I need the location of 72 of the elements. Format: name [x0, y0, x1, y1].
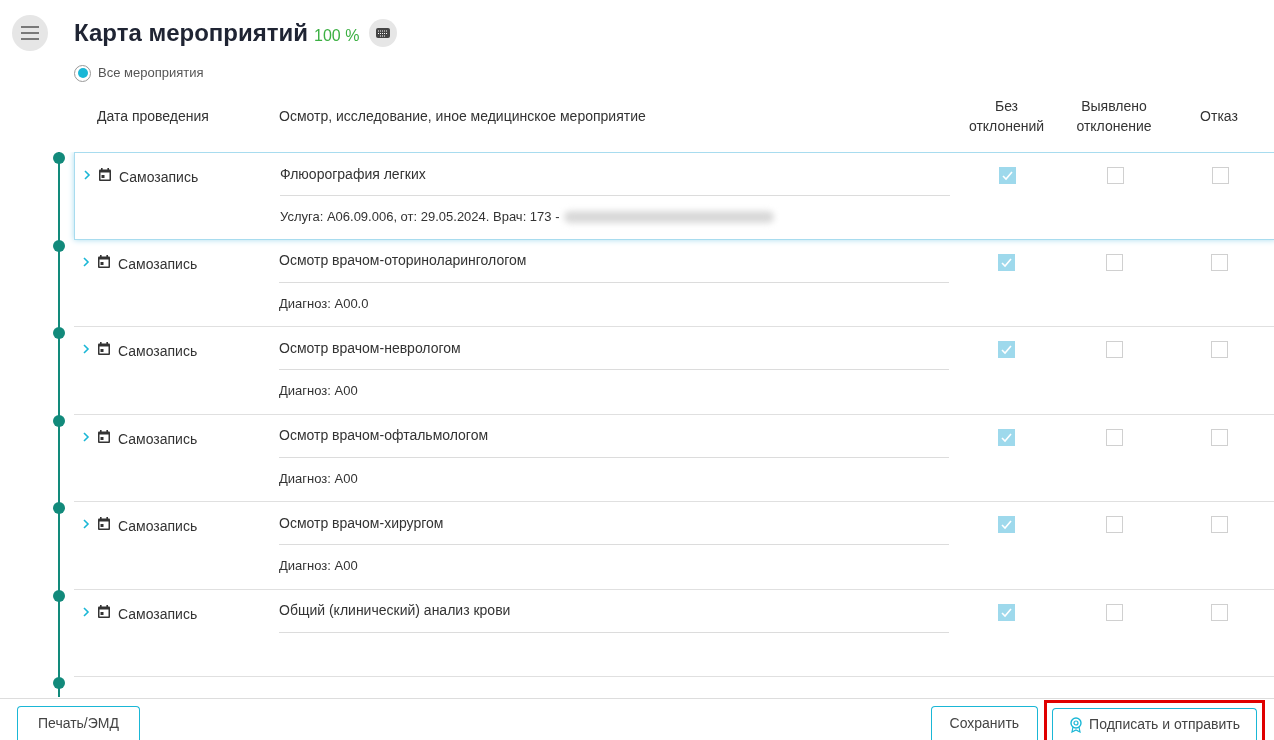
checkbox[interactable]	[1105, 516, 1123, 533]
print-button[interactable]: Печать/ЭМД	[17, 706, 140, 740]
progress-percent: 100 %	[314, 26, 360, 46]
checkbox[interactable]	[999, 167, 1016, 184]
date-text: Самозапись	[118, 604, 198, 624]
checkbox[interactable]	[1105, 341, 1123, 358]
event-row[interactable]: Самозапись Общий (клинический) анализ крови	[74, 589, 1274, 677]
chevron-right-icon	[82, 430, 90, 443]
chevron-right-icon	[82, 518, 90, 530]
checkbox[interactable]	[1211, 167, 1229, 184]
checkbox[interactable]	[998, 603, 1015, 621]
column-header: Отказ	[1199, 106, 1239, 126]
calendar-icon	[98, 517, 110, 530]
date-text: Самозапись	[118, 429, 198, 449]
column-header: Выявлено отклонение	[1075, 97, 1153, 136]
checkbox[interactable]	[998, 253, 1015, 271]
keyboard-button[interactable]	[369, 19, 398, 47]
date-text: Самозапись	[119, 168, 199, 187]
page-title: Карта мероприятий	[74, 18, 308, 48]
date-text: Самозапись	[118, 517, 198, 536]
chevron-right-icon	[82, 343, 90, 355]
event-row[interactable]: Самозапись Осмотр врачом-оториноларингологом Диагноз: A00.0	[74, 239, 1274, 327]
chevron-right-icon	[83, 169, 91, 181]
calendar-icon	[98, 342, 110, 355]
award-icon	[1069, 716, 1084, 733]
checkbox[interactable]	[1106, 167, 1124, 184]
event-detail: Услуга: А06.09.006, от: 29.05.2024. Врач: 173 -	[280, 208, 560, 227]
checkbox[interactable]	[1105, 428, 1123, 446]
checkmark-icon	[1000, 518, 1013, 531]
checkbox[interactable]	[1210, 341, 1228, 358]
event-name: Осмотр врачом-офтальмологом	[279, 426, 489, 445]
event-detail: Диагноз: A00	[279, 382, 358, 401]
date-text: Самозапись	[118, 254, 198, 274]
checkbox[interactable]	[998, 341, 1015, 358]
event-name: Осмотр врачом-хирургом	[279, 513, 444, 533]
calendar-icon	[98, 429, 110, 443]
checkbox[interactable]	[998, 428, 1015, 446]
event-row[interactable]: Самозапись Осмотр врачом-неврологом Диагноз: A00	[74, 327, 1274, 415]
checkbox[interactable]	[1210, 603, 1228, 621]
radio-label: Все мероприятия	[98, 64, 204, 83]
event-detail: Диагноз: A00.0	[279, 294, 369, 313]
calendar-icon	[98, 254, 110, 268]
event-name: Осмотр врачом-оториноларингологом	[279, 251, 527, 270]
menu-icon	[21, 26, 39, 40]
column-header: Осмотр, исследование, иное медицинское мероприятие	[279, 106, 647, 126]
checkmark-icon	[1001, 169, 1014, 182]
event-row[interactable]: Самозапись Осмотр врачом-офтальмологом Диагноз: A00	[74, 414, 1274, 502]
checkmark-icon	[1000, 343, 1013, 356]
save-button[interactable]: Сохранить	[930, 706, 1039, 740]
date-text: Самозапись	[118, 342, 198, 361]
checkbox[interactable]	[1105, 253, 1123, 271]
column-header: Дата проведения	[96, 106, 210, 126]
checkbox[interactable]	[1210, 428, 1228, 446]
event-name: Осмотр врачом-неврологом	[279, 338, 461, 358]
event-detail: Диагноз: A00	[279, 557, 358, 576]
submit-button[interactable]: Подписать и отправить	[1052, 708, 1257, 740]
calendar-icon	[99, 168, 111, 181]
column-header: Без отклонений	[967, 97, 1046, 136]
calendar-icon	[98, 604, 110, 618]
event-row[interactable]: Самозапись Осмотр врачом-хирургом Диагноз: A00	[74, 502, 1274, 590]
checkbox[interactable]	[998, 516, 1015, 533]
event-name: Флюорография легких	[280, 164, 426, 184]
keyboard-icon	[376, 28, 391, 38]
checkbox[interactable]	[1105, 603, 1123, 621]
event-detail: Диагноз: A00	[279, 469, 358, 488]
menu-button[interactable]	[12, 15, 48, 51]
chevron-right-icon	[82, 605, 90, 618]
event-row[interactable]: Самозапись Флюорография легких Услуга: А06.09.006, от: 29.05.2024. Врач: 173 -	[74, 152, 1274, 240]
event-name: Общий (клинический) анализ крови	[279, 601, 511, 620]
chevron-right-icon	[82, 255, 90, 268]
checkbox[interactable]	[1210, 516, 1228, 533]
checkbox[interactable]	[1210, 253, 1228, 271]
